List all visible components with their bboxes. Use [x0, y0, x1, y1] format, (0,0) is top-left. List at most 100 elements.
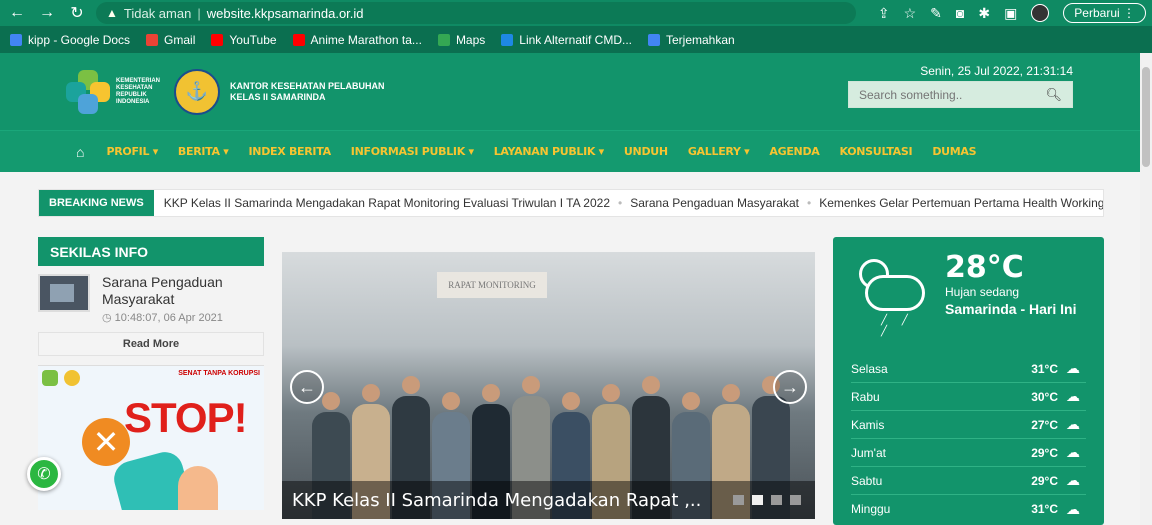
forecast-day: Kamis [851, 417, 885, 432]
forecast-row: Rabu 30°C ☁ [851, 383, 1086, 411]
forecast-day: Jum'at [851, 445, 886, 460]
forecast-row: Jum'at 29°C ☁ [851, 439, 1086, 467]
bookmark-label: kipp - Google Docs [28, 32, 131, 47]
weather-icon: ☁ [1066, 472, 1080, 488]
kkp-emblem-icon: ⚓ [174, 68, 220, 115]
news-ticker: KKP Kelas II Samarinda Mengadakan Rapat … [154, 196, 1103, 210]
slide-banner-text: RAPAT MONITORING [437, 272, 547, 298]
banner-small-text: SENAT TANPA KORUPSI [178, 370, 260, 377]
home-icon[interactable]: ⌂ [76, 144, 84, 160]
read-more-button[interactable]: Read More [38, 332, 264, 356]
menu-item[interactable]: KONSULTASI [840, 145, 913, 158]
slider-prev-icon[interactable]: ← [290, 370, 324, 404]
bookmark-item[interactable]: Terjemahkan [648, 33, 735, 47]
menu-item[interactable]: PROFIL ▾ [106, 145, 158, 158]
slider-dot[interactable] [771, 495, 782, 505]
bookmark-item[interactable]: Gmail [146, 33, 195, 47]
office-line1: KANTOR KESEHATAN PELABUHAN [230, 80, 385, 91]
back-icon[interactable]: ← [6, 2, 28, 24]
camera-icon[interactable]: ◙ [956, 5, 964, 21]
weather-icon: ☁ [1066, 500, 1080, 517]
menu-item[interactable]: DUMAS [932, 145, 976, 158]
slide-caption[interactable]: KKP Kelas II Samarinda Mengadakan Rapat … [292, 490, 701, 511]
breaking-news-label: BREAKING NEWS [39, 190, 154, 216]
bookmark-icon [292, 33, 305, 46]
slider-next-icon[interactable]: → [773, 370, 807, 404]
news-slider[interactable]: RAPAT MONITORING ← → KKP Kelas II Samari… [282, 252, 815, 519]
person-head [722, 384, 740, 402]
address-bar[interactable]: ▲ Tidak aman | website.kkpsamarinda.or.i… [96, 2, 856, 24]
info-item-title[interactable]: Sarana Pengaduan Masyarakat [102, 274, 252, 308]
search-input[interactable] [859, 87, 1039, 102]
anti-corruption-banner[interactable]: SENAT TANPA KORUPSI ✕ STOP! [38, 365, 264, 510]
stop-text: STOP! [124, 394, 248, 441]
search-icon[interactable]: 🔍︎ [1045, 87, 1062, 103]
current-temp: 28°C [945, 250, 1024, 285]
bookmark-label: Anime Marathon ta... [310, 32, 422, 47]
person-head [362, 384, 380, 402]
update-button[interactable]: Perbarui ⋮ [1063, 3, 1146, 23]
person-head [482, 384, 500, 402]
person-head [402, 376, 420, 394]
star-icon[interactable]: ☆ [904, 5, 917, 22]
bookmark-item[interactable]: kipp - Google Docs [10, 33, 130, 47]
clock-icon: ◷ [102, 312, 115, 324]
bookmark-item[interactable]: Link Alternatif CMD... [501, 33, 632, 47]
forecast-row: Kamis 27°C ☁ [851, 411, 1086, 439]
forward-icon[interactable]: → [36, 2, 58, 24]
slider-dot[interactable] [752, 495, 763, 505]
ticker-item[interactable]: KKP Kelas II Samarinda Mengadakan Rapat … [164, 196, 610, 210]
scroll-thumb[interactable] [1142, 67, 1150, 167]
bookmark-icon [648, 33, 660, 46]
office-line2: KELAS II SAMARINDA [230, 91, 326, 102]
reload-icon[interactable]: ↻ [66, 2, 88, 24]
page-scrollbar[interactable] [1140, 53, 1152, 525]
pen-icon[interactable]: ✎ [930, 5, 942, 22]
menu-item[interactable]: BERITA ▾ [178, 145, 229, 158]
share-icon[interactable]: ⇪ [878, 5, 890, 22]
warning-icon: ▲ [106, 6, 118, 20]
bookmark-icon [437, 33, 450, 46]
bookmark-item[interactable]: Anime Marathon ta... [292, 32, 422, 47]
bookmark-icon [501, 33, 514, 46]
bookmark-item[interactable]: Maps [437, 33, 485, 47]
ticker-item[interactable]: Kemenkes Gelar Pertemuan Pertama Health … [819, 196, 1103, 210]
rain-cloud-icon: ╱ ╱ ╱ [851, 251, 931, 337]
info-thumbnail[interactable] [38, 274, 90, 312]
bookmark-icon [146, 33, 159, 46]
site-header: KEMENTERIAN KESEHATAN REPUBLIK INDONESIA… [0, 53, 1152, 130]
menu-item[interactable]: GALLERY ▾ [688, 145, 750, 158]
slider-dot[interactable] [790, 495, 801, 505]
forecast-day: Selasa [851, 361, 888, 376]
slider-dot[interactable] [733, 495, 744, 505]
menu-item[interactable]: LAYANAN PUBLIK ▾ [494, 145, 605, 158]
menu-item[interactable]: UNDUH [624, 145, 668, 158]
office-name[interactable]: KANTOR KESEHATAN PELABUHAN KELAS II SAMA… [230, 81, 385, 103]
forecast-row: Minggu 31°C ☁ [851, 495, 1086, 523]
ticker-item[interactable]: Sarana Pengaduan Masyarakat [630, 196, 799, 210]
forecast-temp: 31°C [1031, 361, 1058, 376]
bookmark-icon [211, 33, 224, 46]
person-head [522, 376, 540, 394]
menu-item[interactable]: INFORMASI PUBLIK ▾ [351, 145, 474, 158]
main-menu: ⌂ PROFIL ▾ BERITA ▾ INDEX BERITA INFORMASI … [0, 130, 1152, 172]
datetime: Senin, 25 Jul 2022, 21:31:14 [920, 64, 1073, 78]
whatsapp-icon[interactable]: ✆ [27, 457, 61, 491]
info-item[interactable]: Sarana Pengaduan Masyarakat ◷ 10:48:07, … [38, 266, 264, 324]
clover-icon [66, 69, 110, 114]
sidepanel-icon[interactable]: ▣ [1004, 5, 1017, 22]
profile-avatar[interactable] [1031, 4, 1050, 22]
search-box: 🔍︎ [848, 81, 1073, 108]
menu-item[interactable]: INDEX BERITA [249, 145, 332, 158]
person-head [442, 392, 460, 410]
menu-item[interactable]: AGENDA [769, 145, 819, 158]
kemenkes-logo[interactable]: KEMENTERIAN KESEHATAN REPUBLIK INDONESIA [66, 69, 168, 114]
extensions-icon[interactable]: ✱ [978, 5, 990, 22]
bookmark-item[interactable]: YouTube [211, 33, 277, 47]
url-text: website.kkpsamarinda.or.id [206, 5, 364, 21]
kemenkes-text: KEMENTERIAN KESEHATAN REPUBLIK INDONESIA [116, 77, 161, 105]
info-item-time: 10:48:07, 06 Apr 2021 [114, 312, 223, 324]
forecast-temp: 27°C [1031, 417, 1058, 432]
forecast-day: Sabtu [851, 473, 883, 488]
current-city: Samarinda - Hari Ini [945, 301, 1077, 317]
